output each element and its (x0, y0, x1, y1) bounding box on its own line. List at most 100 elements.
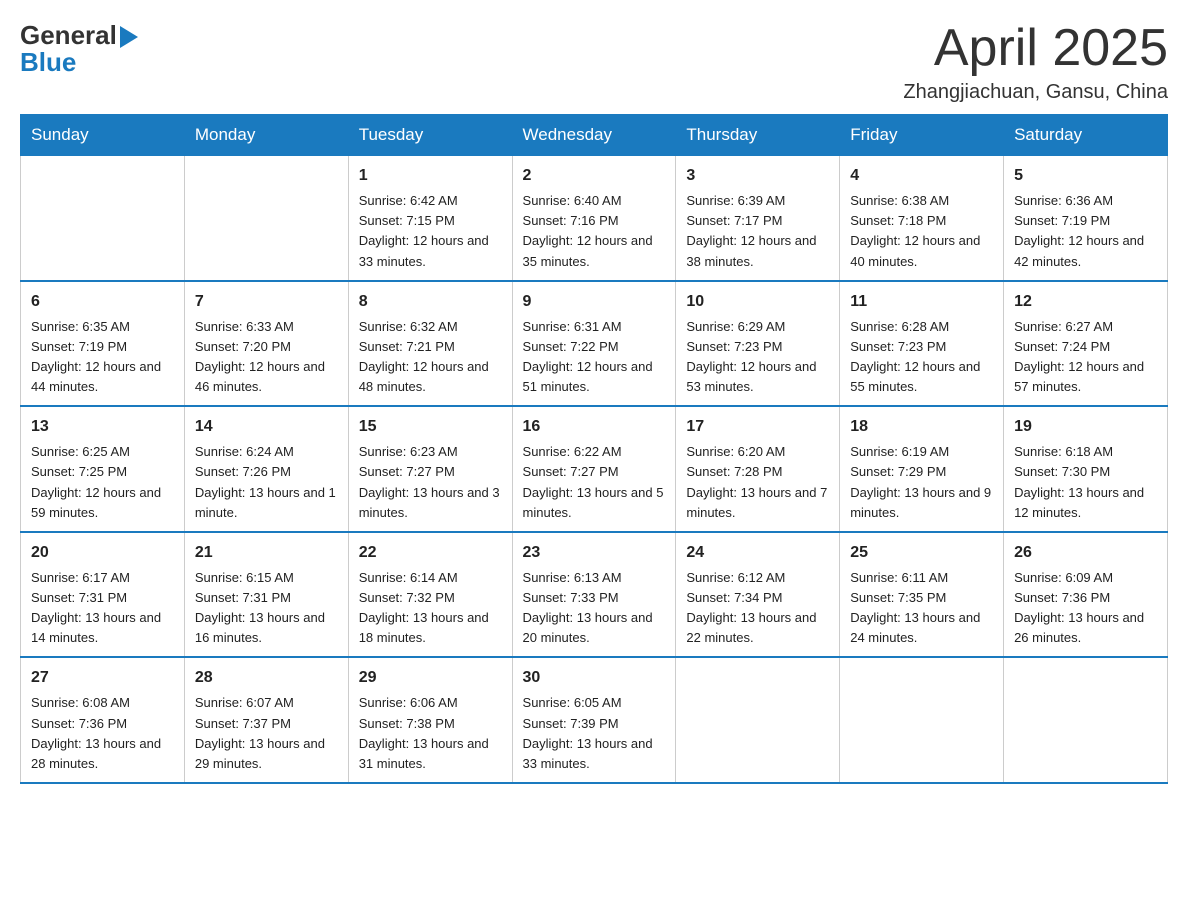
week-row-4: 20 Sunrise: 6:17 AM Sunset: 7:31 PM Dayli… (21, 532, 1168, 658)
day-info: Sunrise: 6:13 AM Sunset: 7:33 PM Dayligh… (523, 568, 666, 649)
day-info: Sunrise: 6:25 AM Sunset: 7:25 PM Dayligh… (31, 442, 174, 523)
calendar-cell: 9 Sunrise: 6:31 AM Sunset: 7:22 PM Daylig… (512, 281, 676, 407)
calendar-cell (840, 657, 1004, 783)
day-info: Sunrise: 6:20 AM Sunset: 7:28 PM Dayligh… (686, 442, 829, 523)
calendar-cell: 7Sunrise: 6:33 AM Sunset: 7:20 PM Daylig… (184, 281, 348, 407)
day-number: 7 (195, 290, 338, 314)
calendar-cell: 6 Sunrise: 6:35 AM Sunset: 7:19 PM Daylig… (21, 281, 185, 407)
calendar-cell: 10 Sunrise: 6:29 AM Sunset: 7:23 PM Dayli… (676, 281, 840, 407)
logo: General Blue (20, 20, 142, 78)
day-number: 6 (31, 290, 174, 314)
logo-arrow-icon (120, 26, 142, 48)
day-number: 17 (686, 415, 829, 439)
week-row-1: 1 Sunrise: 6:42 AM Sunset: 7:15 PM Daylig… (21, 156, 1168, 281)
day-number: 5 (1014, 164, 1157, 188)
calendar-cell: 23 Sunrise: 6:13 AM Sunset: 7:33 PM Dayli… (512, 532, 676, 658)
day-number: 27 (31, 666, 174, 690)
day-number: 22 (359, 541, 502, 565)
calendar-subtitle: Zhangjiachuan, Gansu, China (903, 81, 1168, 104)
day-number: 30 (523, 666, 666, 690)
day-info: Sunrise: 6:08 AM Sunset: 7:36 PM Dayligh… (31, 693, 174, 774)
calendar-cell: 2 Sunrise: 6:40 AM Sunset: 7:16 PM Daylig… (512, 156, 676, 281)
day-info: Sunrise: 6:40 AM Sunset: 7:16 PM Dayligh… (523, 191, 666, 272)
day-info: Sunrise: 6:36 AM Sunset: 7:19 PM Dayligh… (1014, 191, 1157, 272)
day-info: Sunrise: 6:05 AM Sunset: 7:39 PM Dayligh… (523, 693, 666, 774)
calendar-cell: 12 Sunrise: 6:27 AM Sunset: 7:24 PM Dayli… (1004, 281, 1168, 407)
header-row: SundayMondayTuesdayWednesdayThursdayFrid… (21, 115, 1168, 156)
day-info: Sunrise: 6:38 AM Sunset: 7:18 PM Dayligh… (850, 191, 993, 272)
day-number: 2 (523, 164, 666, 188)
day-number: 9 (523, 290, 666, 314)
page-header: General Blue April 2025 Zhangjiachuan, G… (20, 20, 1168, 104)
calendar-body: 1 Sunrise: 6:42 AM Sunset: 7:15 PM Daylig… (21, 156, 1168, 783)
day-info: Sunrise: 6:14 AM Sunset: 7:32 PM Dayligh… (359, 568, 502, 649)
calendar-title: April 2025 (903, 20, 1168, 77)
calendar-cell: 19 Sunrise: 6:18 AM Sunset: 7:30 PM Dayli… (1004, 406, 1168, 532)
week-row-3: 13 Sunrise: 6:25 AM Sunset: 7:25 PM Dayli… (21, 406, 1168, 532)
day-info: Sunrise: 6:17 AM Sunset: 7:31 PM Dayligh… (31, 568, 174, 649)
day-info: Sunrise: 6:06 AM Sunset: 7:38 PM Dayligh… (359, 693, 502, 774)
calendar-cell: 15Sunrise: 6:23 AM Sunset: 7:27 PM Dayli… (348, 406, 512, 532)
day-info: Sunrise: 6:31 AM Sunset: 7:22 PM Dayligh… (523, 317, 666, 398)
calendar-cell: 8 Sunrise: 6:32 AM Sunset: 7:21 PM Daylig… (348, 281, 512, 407)
day-number: 3 (686, 164, 829, 188)
logo-blue: Blue (20, 47, 142, 78)
day-number: 14 (195, 415, 338, 439)
week-row-2: 6 Sunrise: 6:35 AM Sunset: 7:19 PM Daylig… (21, 281, 1168, 407)
calendar-cell: 26Sunrise: 6:09 AM Sunset: 7:36 PM Dayli… (1004, 532, 1168, 658)
day-info: Sunrise: 6:19 AM Sunset: 7:29 PM Dayligh… (850, 442, 993, 523)
calendar-cell (1004, 657, 1168, 783)
day-number: 16 (523, 415, 666, 439)
day-number: 4 (850, 164, 993, 188)
day-number: 10 (686, 290, 829, 314)
day-number: 11 (850, 290, 993, 314)
calendar-cell: 1 Sunrise: 6:42 AM Sunset: 7:15 PM Daylig… (348, 156, 512, 281)
day-info: Sunrise: 6:18 AM Sunset: 7:30 PM Dayligh… (1014, 442, 1157, 523)
day-number: 19 (1014, 415, 1157, 439)
day-number: 29 (359, 666, 502, 690)
calendar-cell: 5 Sunrise: 6:36 AM Sunset: 7:19 PM Daylig… (1004, 156, 1168, 281)
column-header-monday: Monday (184, 115, 348, 156)
day-info: Sunrise: 6:29 AM Sunset: 7:23 PM Dayligh… (686, 317, 829, 398)
calendar-cell: 27 Sunrise: 6:08 AM Sunset: 7:36 PM Dayli… (21, 657, 185, 783)
day-info: Sunrise: 6:07 AM Sunset: 7:37 PM Dayligh… (195, 693, 338, 774)
day-number: 26 (1014, 541, 1157, 565)
day-number: 21 (195, 541, 338, 565)
day-number: 23 (523, 541, 666, 565)
day-info: Sunrise: 6:23 AM Sunset: 7:27 PM Dayligh… (359, 442, 502, 523)
day-info: Sunrise: 6:35 AM Sunset: 7:19 PM Dayligh… (31, 317, 174, 398)
calendar-cell (21, 156, 185, 281)
day-number: 13 (31, 415, 174, 439)
title-block: April 2025 Zhangjiachuan, Gansu, China (903, 20, 1168, 104)
week-row-5: 27 Sunrise: 6:08 AM Sunset: 7:36 PM Dayli… (21, 657, 1168, 783)
calendar-cell (676, 657, 840, 783)
calendar-cell: 29 Sunrise: 6:06 AM Sunset: 7:38 PM Dayli… (348, 657, 512, 783)
column-header-sunday: Sunday (21, 115, 185, 156)
day-number: 28 (195, 666, 338, 690)
day-number: 1 (359, 164, 502, 188)
column-header-wednesday: Wednesday (512, 115, 676, 156)
day-info: Sunrise: 6:42 AM Sunset: 7:15 PM Dayligh… (359, 191, 502, 272)
day-info: Sunrise: 6:12 AM Sunset: 7:34 PM Dayligh… (686, 568, 829, 649)
day-number: 20 (31, 541, 174, 565)
calendar-header: SundayMondayTuesdayWednesdayThursdayFrid… (21, 115, 1168, 156)
day-number: 8 (359, 290, 502, 314)
calendar-cell: 16Sunrise: 6:22 AM Sunset: 7:27 PM Dayli… (512, 406, 676, 532)
day-number: 24 (686, 541, 829, 565)
calendar-cell: 3Sunrise: 6:39 AM Sunset: 7:17 PM Daylig… (676, 156, 840, 281)
column-header-saturday: Saturday (1004, 115, 1168, 156)
column-header-tuesday: Tuesday (348, 115, 512, 156)
calendar-cell: 22 Sunrise: 6:14 AM Sunset: 7:32 PM Dayli… (348, 532, 512, 658)
day-info: Sunrise: 6:32 AM Sunset: 7:21 PM Dayligh… (359, 317, 502, 398)
calendar-cell: 20 Sunrise: 6:17 AM Sunset: 7:31 PM Dayli… (21, 532, 185, 658)
day-info: Sunrise: 6:11 AM Sunset: 7:35 PM Dayligh… (850, 568, 993, 649)
day-number: 18 (850, 415, 993, 439)
calendar-cell: 28 Sunrise: 6:07 AM Sunset: 7:37 PM Dayli… (184, 657, 348, 783)
day-info: Sunrise: 6:15 AM Sunset: 7:31 PM Dayligh… (195, 568, 338, 649)
calendar-cell: 11Sunrise: 6:28 AM Sunset: 7:23 PM Dayli… (840, 281, 1004, 407)
day-number: 12 (1014, 290, 1157, 314)
day-info: Sunrise: 6:27 AM Sunset: 7:24 PM Dayligh… (1014, 317, 1157, 398)
calendar-cell: 24 Sunrise: 6:12 AM Sunset: 7:34 PM Dayli… (676, 532, 840, 658)
column-header-thursday: Thursday (676, 115, 840, 156)
calendar-cell: 14Sunrise: 6:24 AM Sunset: 7:26 PM Dayli… (184, 406, 348, 532)
